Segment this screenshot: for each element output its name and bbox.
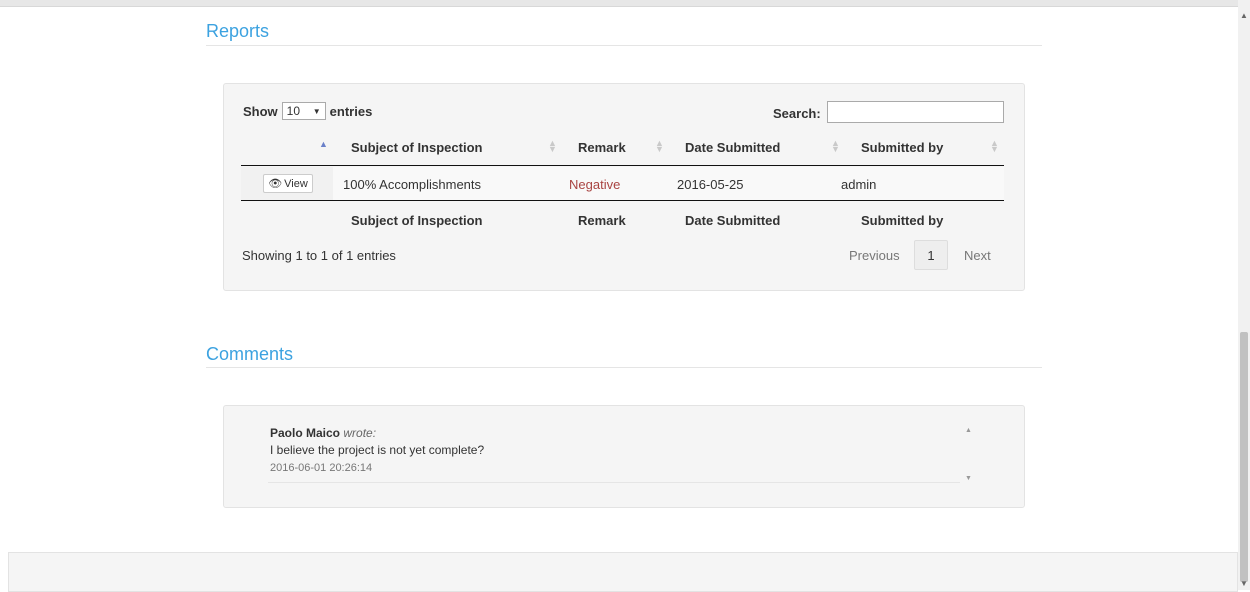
- scroll-up-icon[interactable]: ▲: [1240, 12, 1248, 20]
- chevron-down-icon: ▼: [312, 106, 321, 116]
- comment-scrollbar[interactable]: ▲ ▼: [962, 423, 976, 485]
- comment-time: 2016-06-01 20:26:14: [270, 462, 373, 474]
- scrollbar-thumb[interactable]: [1240, 332, 1248, 582]
- search-label: Search:: [773, 106, 821, 121]
- thead-rule: [241, 165, 1004, 166]
- sort-icon[interactable]: ▲ ▼: [548, 139, 557, 154]
- reports-divider: [206, 45, 1042, 46]
- cell-by: admin: [841, 177, 877, 192]
- tfoot-rule: [241, 200, 1004, 201]
- comments-title: Comments: [206, 344, 294, 364]
- sort-icon[interactable]: ▲ ▼: [655, 139, 664, 154]
- tf-subject: Subject of Inspection: [351, 213, 483, 228]
- entries-select[interactable]: 10 ▼: [281, 102, 326, 120]
- scroll-down-icon[interactable]: ▼: [965, 475, 972, 482]
- comment-text: I believe the project is not yet complet…: [270, 443, 485, 457]
- table-info: Showing 1 to 1 of 1 entries: [242, 248, 396, 263]
- comment-author: Paolo Maico: [270, 426, 341, 440]
- th-subject[interactable]: Subject of Inspection: [351, 140, 482, 155]
- length-menu-suffix: entries: [329, 103, 373, 119]
- scroll-up-icon[interactable]: ▲: [965, 427, 972, 434]
- entries-select-value: 10: [286, 104, 301, 118]
- page-footer: [8, 552, 1238, 592]
- comment-divider: [268, 482, 960, 483]
- search-input[interactable]: [827, 101, 1004, 123]
- length-menu-prefix: Show: [243, 103, 278, 119]
- cell-subject: 100% Accomplishments: [343, 177, 482, 192]
- tf-remark: Remark: [578, 213, 626, 228]
- view-button[interactable]: 👁 View: [263, 174, 313, 193]
- page-scrollbar[interactable]: ▲ ▼: [1238, 0, 1250, 590]
- pagination-next[interactable]: Next: [964, 248, 991, 263]
- reports-title: Reports: [206, 21, 270, 41]
- tf-by: Submitted by: [861, 213, 944, 228]
- th-by[interactable]: Submitted by: [861, 140, 943, 155]
- tf-date: Date Submitted: [685, 213, 781, 228]
- sort-icon[interactable]: ▲ ▼: [831, 139, 840, 154]
- comment-author-line: Paolo Maico wrote:: [270, 426, 376, 440]
- length-menu: Show 10 ▼ entries: [243, 102, 372, 120]
- th-date[interactable]: Date Submitted: [685, 140, 780, 155]
- scroll-down-icon[interactable]: ▼: [1240, 580, 1248, 588]
- cell-date: 2016-05-25: [677, 177, 744, 192]
- pagination-page-1[interactable]: 1: [914, 240, 948, 270]
- eye-icon: 👁: [268, 178, 283, 190]
- th-remark[interactable]: Remark: [578, 140, 626, 155]
- pagination-previous[interactable]: Previous: [849, 248, 900, 263]
- cell-remark: Negative: [569, 177, 621, 192]
- top-bar: [0, 0, 1238, 7]
- comments-divider: [206, 367, 1042, 368]
- sort-icon[interactable]: ▲ ▼: [990, 139, 999, 154]
- comment-wrote: wrote:: [343, 426, 377, 440]
- sort-asc-icon[interactable]: ▲: [319, 139, 328, 149]
- view-button-label: View: [284, 177, 308, 190]
